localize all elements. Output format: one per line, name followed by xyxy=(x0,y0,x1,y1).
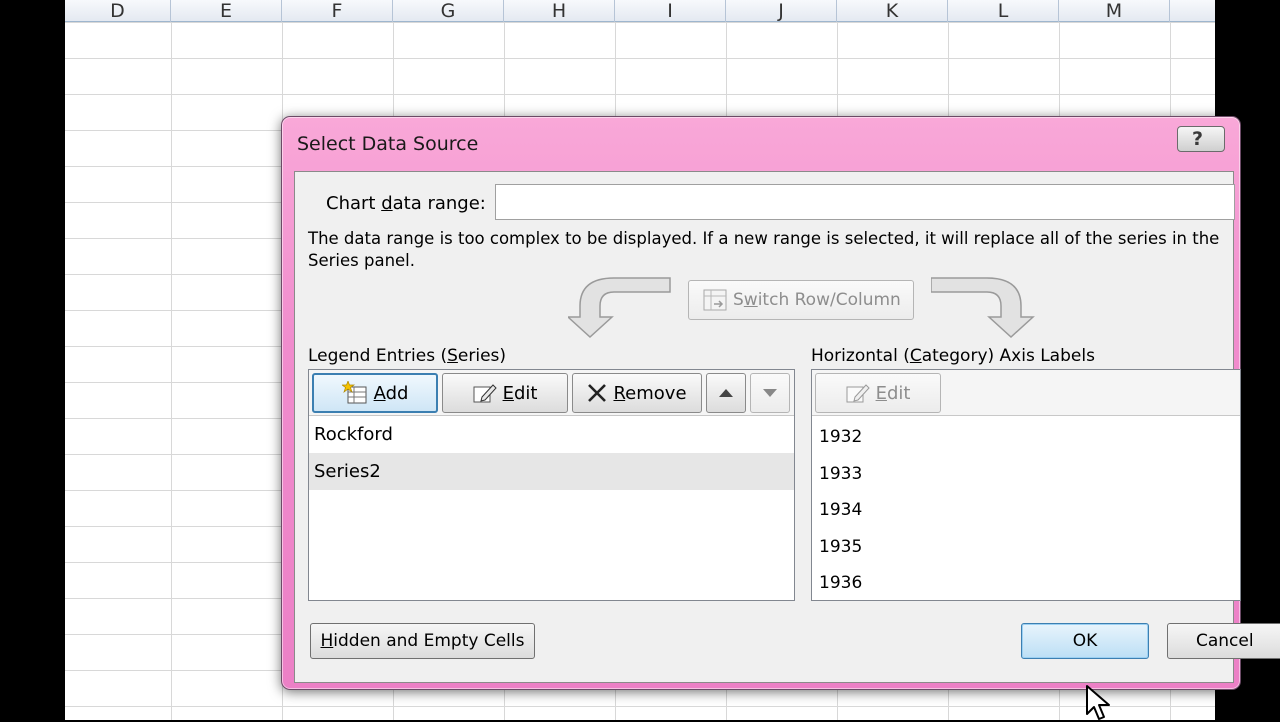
column-header[interactable]: G xyxy=(393,0,504,22)
remove-series-label: Remove xyxy=(613,382,687,404)
range-note: The data range is too complex to be disp… xyxy=(308,229,1220,270)
add-series-label: Add xyxy=(373,382,409,404)
dialog-title: Select Data Source xyxy=(297,133,479,155)
column-headers: D E F G H I J K L M xyxy=(65,0,1215,22)
column-header[interactable]: M xyxy=(1059,0,1170,22)
select-data-source-dialog: Select Data Source ? Chart data range: T… xyxy=(281,116,1280,720)
triangle-down-icon xyxy=(763,389,777,397)
column-header[interactable]: I xyxy=(615,0,726,22)
axis-label-item[interactable]: 1935 xyxy=(812,529,1240,566)
help-button[interactable]: ? xyxy=(1177,126,1225,152)
triangle-up-icon xyxy=(719,389,733,397)
switch-row-column-button[interactable]: Switch Row/Column xyxy=(688,280,914,320)
dialog-content: Chart data range: The data range is too … xyxy=(294,171,1280,720)
series-list-item[interactable]: Rockford xyxy=(309,416,794,453)
column-header[interactable]: F xyxy=(282,0,393,22)
cancel-button[interactable]: Cancel xyxy=(1167,623,1280,659)
axis-label-item[interactable]: 1932 xyxy=(812,419,1240,456)
hidden-and-empty-cells-button[interactable]: Hidden and Empty Cells xyxy=(310,623,535,659)
move-down-button[interactable] xyxy=(750,373,790,413)
chart-data-range-input[interactable] xyxy=(495,184,1235,220)
add-series-icon xyxy=(341,381,367,404)
edit-axis-labels-button[interactable]: Edit xyxy=(815,373,941,413)
axis-label-item[interactable]: 1933 xyxy=(812,456,1240,493)
legend-entries-label: Legend Entries (Series) xyxy=(308,346,507,366)
curved-arrow-left-icon xyxy=(568,277,671,339)
legend-toolbar: Add Edit Remove xyxy=(309,370,794,416)
mouse-pointer-icon xyxy=(1086,685,1110,720)
axis-label-item[interactable]: 1936 xyxy=(812,565,1240,602)
edit-series-label: Edit xyxy=(502,382,538,404)
curved-arrow-right-icon xyxy=(931,277,1035,339)
remove-x-icon xyxy=(588,384,607,402)
axis-labels-list: 1932 1933 1934 1935 1936 xyxy=(812,416,1240,602)
column-header[interactable]: H xyxy=(504,0,615,22)
axis-labels-panel: Edit 1932 1933 1934 1935 1936 xyxy=(811,369,1241,601)
switch-row-column-label: Switch Row/Column xyxy=(733,290,901,310)
edit-pencil-icon xyxy=(846,384,870,403)
axis-toolbar: Edit xyxy=(812,370,1240,416)
edit-series-button[interactable]: Edit xyxy=(442,373,568,413)
chart-data-range-label: Chart data range: xyxy=(326,193,486,214)
column-header[interactable]: E xyxy=(171,0,282,22)
series-list-item-selected[interactable]: Series2 xyxy=(309,453,794,490)
switch-row-column-icon xyxy=(703,289,727,311)
column-header[interactable]: J xyxy=(726,0,837,22)
column-header[interactable]: K xyxy=(837,0,948,22)
axis-labels-label: Horizontal (Category) Axis Labels xyxy=(811,346,1095,366)
column-header[interactable]: D xyxy=(65,0,171,22)
edit-axis-labels-label: Edit xyxy=(875,382,911,404)
column-header[interactable]: L xyxy=(948,0,1059,22)
move-up-button[interactable] xyxy=(706,373,746,413)
ok-button[interactable]: OK xyxy=(1021,623,1149,659)
axis-label-item[interactable]: 1934 xyxy=(812,492,1240,529)
legend-entries-panel: Add Edit Remove Rockford Series2 xyxy=(308,369,795,601)
add-series-button[interactable]: Add xyxy=(312,373,438,413)
remove-series-button[interactable]: Remove xyxy=(572,373,702,413)
edit-pencil-icon xyxy=(473,384,497,403)
